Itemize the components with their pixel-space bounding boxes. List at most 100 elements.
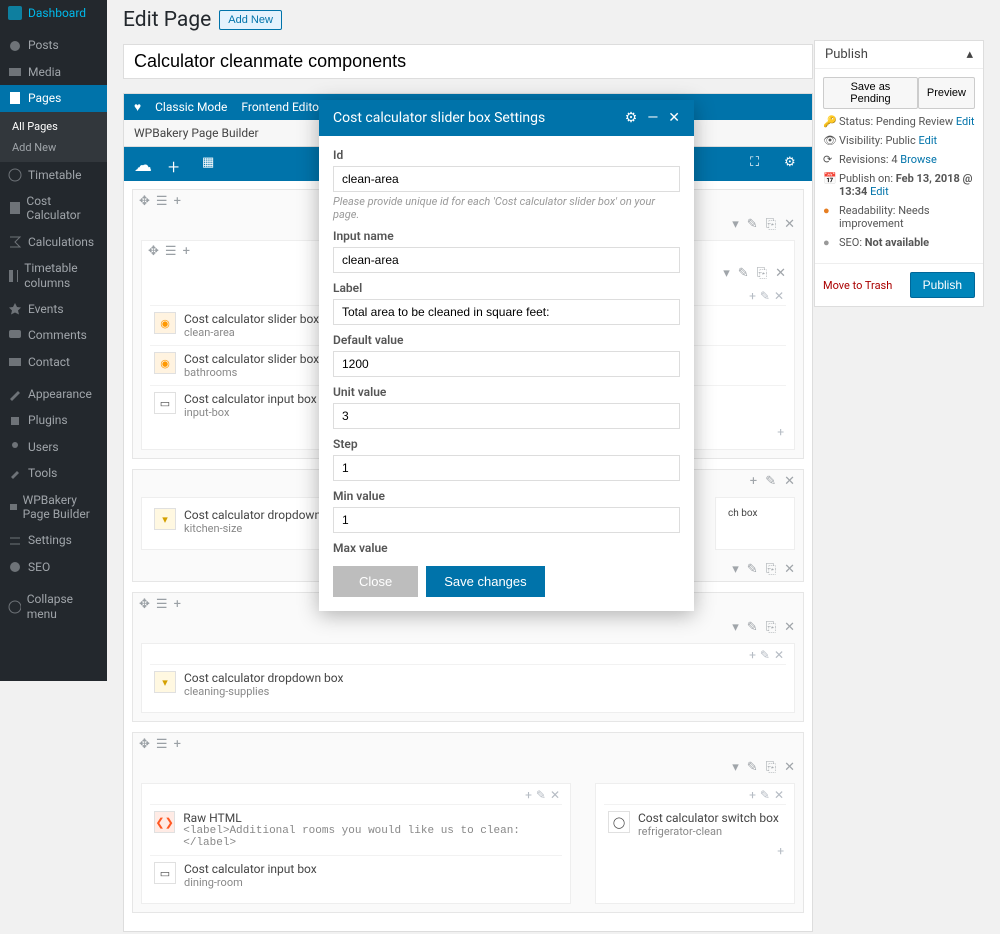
close-icon[interactable]: ✕ <box>775 266 786 281</box>
default-value-input[interactable] <box>333 351 680 377</box>
builder-element[interactable]: ch box <box>724 502 786 525</box>
menu-seo[interactable]: SEO <box>0 554 107 580</box>
pencil-icon[interactable]: ✎ <box>536 788 546 802</box>
chevron-down-icon[interactable]: ▾ <box>732 562 739 577</box>
close-button[interactable]: Close <box>333 566 418 597</box>
add-icon[interactable]: + <box>174 737 181 752</box>
move-to-trash-link[interactable]: Move to Trash <box>823 279 892 292</box>
chevron-down-icon[interactable]: ▾ <box>732 217 739 232</box>
move-icon[interactable]: ✥ <box>139 597 150 612</box>
add-icon[interactable]: + <box>183 244 190 259</box>
id-input[interactable] <box>333 166 680 192</box>
chevron-down-icon[interactable]: ▾ <box>732 620 739 635</box>
menu-posts[interactable]: Posts <box>0 32 107 58</box>
menu-wpbakery[interactable]: WPBakery Page Builder <box>0 487 107 528</box>
fullscreen-icon[interactable]: ⛶ <box>750 155 768 173</box>
publish-button[interactable]: Publish <box>910 272 975 298</box>
pencil-icon[interactable]: ✎ <box>760 788 770 802</box>
close-icon[interactable]: ✕ <box>784 562 795 577</box>
clone-icon[interactable]: ⎘ <box>766 217 776 232</box>
menu-contact[interactable]: Contact <box>0 349 107 375</box>
pencil-icon[interactable]: ✎ <box>747 217 758 232</box>
menu-appearance[interactable]: Appearance <box>0 381 107 407</box>
move-icon[interactable]: ✥ <box>139 737 150 752</box>
menu-comments[interactable]: Comments <box>0 322 107 348</box>
wpbakery-logo-icon[interactable]: ☁ <box>134 155 152 173</box>
pencil-icon[interactable]: ✎ <box>760 289 770 303</box>
menu-events[interactable]: Events <box>0 296 107 322</box>
post-title-input[interactable] <box>123 44 813 79</box>
columns-icon[interactable]: ☰ <box>156 194 168 209</box>
menu-settings[interactable]: Settings <box>0 527 107 553</box>
menu-media[interactable]: Media <box>0 59 107 85</box>
clone-icon[interactable]: ⎘ <box>766 620 776 635</box>
columns-icon[interactable]: ☰ <box>156 737 168 752</box>
close-icon[interactable]: ✕ <box>774 648 784 662</box>
menu-timetable[interactable]: Timetable <box>0 162 107 188</box>
builder-element[interactable]: ◯ Cost calculator switch boxrefrigerator… <box>604 804 786 844</box>
builder-element[interactable]: ▭ Cost calculator input boxdining-room <box>150 855 562 895</box>
close-icon[interactable]: ✕ <box>784 474 795 489</box>
add-icon[interactable]: + <box>174 194 181 209</box>
menu-tools[interactable]: Tools <box>0 460 107 486</box>
pencil-icon[interactable]: ✎ <box>747 760 758 775</box>
pencil-icon[interactable]: ✎ <box>765 474 776 489</box>
close-icon[interactable]: ✕ <box>774 788 784 802</box>
gear-icon[interactable]: ⚙ <box>784 155 802 173</box>
add-element-icon[interactable]: + <box>168 155 186 173</box>
minimize-icon[interactable]: — <box>647 111 658 125</box>
add-icon[interactable]: + <box>525 788 532 802</box>
close-icon[interactable]: ✕ <box>784 760 795 775</box>
menu-dashboard[interactable]: Dashboard <box>0 0 107 26</box>
close-icon[interactable]: ✕ <box>668 111 680 125</box>
edit-status-link[interactable]: Edit <box>956 115 975 128</box>
columns-icon[interactable]: ☰ <box>156 597 168 612</box>
save-pending-button[interactable]: Save as Pending <box>823 77 918 109</box>
preview-button[interactable]: Preview <box>918 77 975 109</box>
step-input[interactable] <box>333 455 680 481</box>
submenu-add-new[interactable]: Add New <box>0 137 107 158</box>
menu-plugins[interactable]: Plugins <box>0 407 107 433</box>
add-icon[interactable]: + <box>750 474 757 489</box>
classic-mode-tab[interactable]: Classic Mode <box>155 100 227 114</box>
move-icon[interactable]: ✥ <box>139 194 150 209</box>
pencil-icon[interactable]: ✎ <box>747 620 758 635</box>
pencil-icon[interactable]: ✎ <box>760 648 770 662</box>
label-input[interactable] <box>333 299 680 325</box>
edit-date-link[interactable]: Edit <box>870 185 889 198</box>
menu-calculations[interactable]: Calculations <box>0 229 107 255</box>
frontend-editor-tab[interactable]: Frontend Editor <box>241 100 323 114</box>
clone-icon[interactable]: ⎘ <box>757 266 767 281</box>
clone-icon[interactable]: ⎘ <box>766 562 776 577</box>
add-icon[interactable]: + <box>749 289 756 303</box>
pencil-icon[interactable]: ✎ <box>747 562 758 577</box>
chevron-down-icon[interactable]: ▾ <box>723 266 730 281</box>
add-new-button[interactable]: Add New <box>219 10 282 30</box>
gear-icon[interactable]: ⚙ <box>625 111 638 125</box>
chevron-down-icon[interactable]: ▾ <box>732 760 739 775</box>
add-icon[interactable]: + <box>777 425 784 439</box>
menu-cost-calculator[interactable]: Cost Calculator <box>0 188 107 229</box>
save-changes-button[interactable]: Save changes <box>426 566 544 597</box>
clone-icon[interactable]: ⎘ <box>766 760 776 775</box>
pencil-icon[interactable]: ✎ <box>738 266 749 281</box>
menu-collapse[interactable]: Collapse menu <box>0 586 107 627</box>
menu-pages[interactable]: Pages <box>0 85 107 111</box>
input-name-input[interactable] <box>333 247 680 273</box>
builder-element[interactable]: ❮❯ Raw HTML<label>Additional rooms you w… <box>150 804 562 855</box>
min-value-input[interactable] <box>333 507 680 533</box>
close-icon[interactable]: ✕ <box>784 620 795 635</box>
close-icon[interactable]: ✕ <box>550 788 560 802</box>
collapse-icon[interactable]: ▴ <box>966 47 973 62</box>
menu-timetable-columns[interactable]: Timetable columns <box>0 255 107 296</box>
add-icon[interactable]: + <box>174 597 181 612</box>
add-icon[interactable]: + <box>777 844 784 858</box>
browse-revisions-link[interactable]: Browse <box>900 153 937 166</box>
edit-visibility-link[interactable]: Edit <box>918 134 937 147</box>
template-icon[interactable]: ▦ <box>202 155 220 173</box>
columns-icon[interactable]: ☰ <box>165 244 177 259</box>
add-icon[interactable]: + <box>749 648 756 662</box>
move-icon[interactable]: ✥ <box>148 244 159 259</box>
submenu-all-pages[interactable]: All Pages <box>0 116 107 137</box>
close-icon[interactable]: ✕ <box>774 289 784 303</box>
